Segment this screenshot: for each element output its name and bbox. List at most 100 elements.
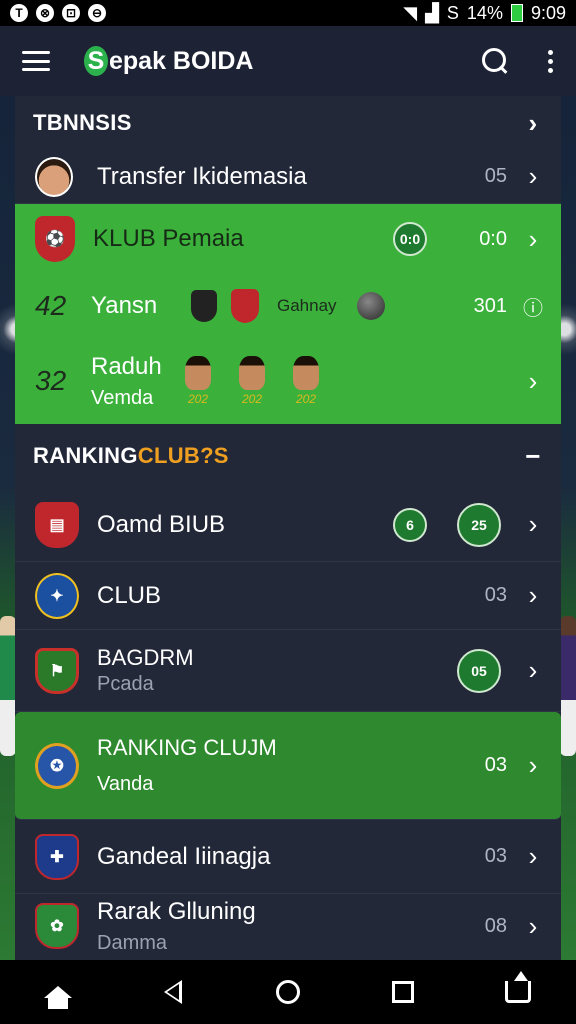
score-badge-icon: 0:0 bbox=[393, 222, 427, 256]
status-time: 9:09 bbox=[530, 2, 566, 23]
item-value: 03 bbox=[484, 754, 507, 776]
chevron-right-icon: › bbox=[528, 161, 538, 191]
section-title: TBNNSIS bbox=[33, 110, 132, 135]
klub-row-yansn[interactable]: 42 Yansn Gahnay 301 ⓘ bbox=[15, 274, 561, 338]
club-crest-icon: ⚽ bbox=[35, 216, 75, 262]
chevron-right-icon: › bbox=[528, 580, 538, 610]
klub-pemaia-block: ⚽ KLUB Pemaia 0:0 0:0 › 42 Yansn Gahnay … bbox=[15, 204, 561, 424]
player-thumb: 202 bbox=[239, 356, 265, 406]
club-name: Gandeal Iiinagja bbox=[97, 842, 271, 870]
club-subtitle: Vanda bbox=[97, 773, 154, 795]
klub-title: KLUB Pemaia bbox=[93, 225, 244, 252]
club-crest-icon: ⚑ bbox=[35, 647, 79, 694]
brand-logo-letter: S bbox=[84, 46, 108, 76]
rank-number: 32 bbox=[35, 365, 67, 396]
nav-back[interactable] bbox=[151, 970, 195, 1014]
klub-score: 0:0 bbox=[479, 227, 507, 250]
nav-circle[interactable] bbox=[266, 970, 310, 1014]
collapse-icon[interactable]: − bbox=[523, 441, 543, 472]
app-bar: S epak BOIDA bbox=[0, 26, 576, 96]
ranking-row-club[interactable]: ✦ CLUB 03 › bbox=[15, 562, 561, 630]
section-title: RANKING bbox=[33, 443, 138, 468]
item-value: 03 bbox=[484, 584, 507, 606]
ranking-row-highlight[interactable]: ✪ RANKING CLUJM Vanda 03 › bbox=[15, 712, 561, 820]
nav-share[interactable] bbox=[496, 970, 540, 1014]
item-value: 05 bbox=[484, 165, 507, 187]
club-name: Oamd BIUB bbox=[97, 510, 226, 538]
app-title: S epak BOIDA bbox=[84, 46, 253, 76]
club-name: BAGDRM bbox=[97, 645, 194, 670]
battery-percent: 14% bbox=[466, 2, 503, 23]
carrier-label: S bbox=[446, 2, 459, 23]
status-notification-icons: T ⊗ ⊡ ⊖ bbox=[10, 4, 106, 22]
club-subtitle: Damma bbox=[97, 931, 168, 954]
back-icon bbox=[163, 980, 182, 1004]
stat-badge-icon: 05 bbox=[457, 648, 501, 693]
chevron-right-icon: › bbox=[528, 750, 538, 780]
nav-recents[interactable] bbox=[381, 970, 425, 1014]
avatar bbox=[35, 156, 73, 197]
info-circle-icon[interactable]: ⓘ bbox=[523, 292, 543, 321]
club-crest-icon: ✚ bbox=[35, 833, 79, 880]
club-crest-icon: ✦ bbox=[35, 572, 79, 619]
hamburger-icon[interactable] bbox=[22, 51, 50, 71]
notification-icon: ⊗ bbox=[36, 4, 54, 22]
chevron-right-icon: › bbox=[528, 107, 538, 138]
player-thumb: 202 bbox=[293, 356, 319, 406]
club-subtitle: Pcada bbox=[97, 673, 154, 695]
stat-badge-icon: 6 bbox=[393, 507, 427, 542]
player-thumb: 202 bbox=[185, 356, 211, 406]
item-value: 08 bbox=[484, 914, 507, 937]
item-value: 301 bbox=[473, 294, 507, 317]
club-name: RANKING CLUJM bbox=[97, 735, 277, 760]
wifi-icon: ◥ bbox=[403, 2, 418, 23]
list-item-transfer[interactable]: Transfer Ikidemasia 05 › bbox=[15, 150, 561, 204]
club-name: Rarak Glluning bbox=[97, 897, 256, 925]
recents-icon bbox=[392, 981, 415, 1003]
section-header-tbnnsis[interactable]: TBNNSIS › bbox=[15, 96, 561, 150]
ranking-row-bagdrm[interactable]: ⚑ BAGDRM Pcada 05 › bbox=[15, 630, 561, 712]
content-panel: TBNNSIS › Transfer Ikidemasia 05 › ⚽ KLU… bbox=[15, 96, 561, 960]
item-value: 03 bbox=[484, 845, 507, 867]
ranking-row-gandeal[interactable]: ✚ Gandeal Iiinagja 03 › bbox=[15, 820, 561, 894]
notification-icon: T bbox=[10, 4, 28, 22]
club-name: CLUB bbox=[97, 581, 162, 609]
section-header-ranking[interactable]: RANKING CLUB?S − bbox=[15, 424, 561, 488]
klub-row-raduh[interactable]: 32 Raduh Vemda 202 202 202 › bbox=[15, 338, 561, 424]
club-crest-icon: ✿ bbox=[35, 903, 79, 949]
bottom-navigation-bar bbox=[0, 960, 576, 1024]
circle-home-icon bbox=[275, 980, 300, 1004]
nav-home[interactable] bbox=[36, 970, 80, 1014]
notification-icon: ⊖ bbox=[88, 4, 106, 22]
chevron-right-icon: › bbox=[528, 910, 538, 941]
stat-badge-icon: 25 bbox=[457, 502, 501, 547]
club-crest-icon bbox=[191, 290, 217, 322]
opponent-label: Gahnay bbox=[277, 296, 337, 315]
search-icon[interactable] bbox=[482, 48, 508, 74]
home-icon bbox=[43, 986, 72, 1009]
club-crest-icon bbox=[231, 289, 259, 323]
klub-header-row[interactable]: ⚽ KLUB Pemaia 0:0 0:0 › bbox=[15, 204, 561, 274]
share-icon bbox=[505, 971, 532, 1003]
overflow-menu-icon[interactable] bbox=[548, 49, 554, 73]
chevron-right-icon: › bbox=[528, 841, 538, 871]
section-title-accent: CLUB?S bbox=[137, 443, 229, 468]
player-figure-right bbox=[560, 616, 576, 756]
player-figure-left bbox=[0, 616, 16, 756]
club-crest-icon: ✪ bbox=[35, 742, 79, 789]
notification-icon: ⊡ bbox=[62, 4, 80, 22]
chevron-right-icon: › bbox=[528, 223, 538, 254]
item-name: Transfer Ikidemasia bbox=[97, 162, 307, 190]
club-crest-icon: ▤ bbox=[35, 501, 79, 548]
player-name: Raduh bbox=[91, 352, 162, 380]
football-icon bbox=[356, 292, 385, 320]
rank-number: 42 bbox=[35, 290, 67, 321]
chevron-right-icon: › bbox=[528, 509, 538, 539]
ranking-row-rarak[interactable]: ✿ Rarak Glluning Damma 08 › bbox=[15, 894, 561, 958]
chevron-right-icon: › bbox=[528, 655, 538, 685]
ranking-row-oamd[interactable]: ▤ Oamd BIUB 6 25 › bbox=[15, 488, 561, 562]
player-subtitle: Vemda bbox=[91, 386, 154, 409]
chevron-right-icon: › bbox=[528, 365, 538, 396]
brand-name: epak BOIDA bbox=[109, 46, 254, 75]
signal-icon: ▟ bbox=[425, 2, 439, 23]
